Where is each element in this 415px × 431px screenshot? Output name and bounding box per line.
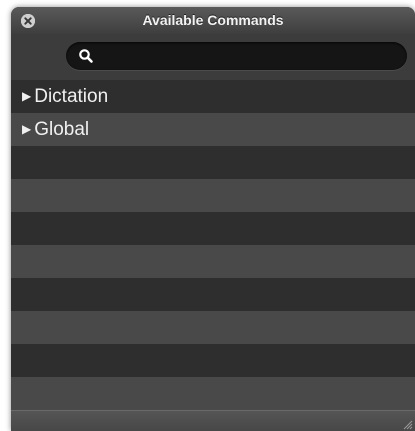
disclosure-triangle-icon[interactable]: ▶ (22, 113, 31, 146)
list-item-global[interactable]: ▶ Global (11, 113, 415, 146)
list-item-label: Dictation (34, 86, 109, 107)
disclosure-triangle-icon[interactable]: ▶ (22, 80, 31, 113)
search-area (11, 34, 415, 80)
list-item-label: Global (34, 119, 90, 140)
list-item-dictation[interactable]: ▶ Dictation (11, 80, 415, 113)
commands-list[interactable]: ▶ Dictation ▶ Global (11, 80, 415, 410)
search-icon (79, 49, 93, 63)
search-input[interactable] (98, 45, 397, 69)
bottom-bar (11, 410, 415, 431)
available-commands-window: Available Commands ▶ Dictation ▶ Global (11, 7, 415, 431)
title-bar[interactable]: Available Commands (11, 7, 415, 34)
search-field[interactable] (66, 42, 407, 70)
window-title: Available Commands (142, 12, 284, 28)
close-icon (21, 14, 35, 28)
resize-grip-icon[interactable] (401, 418, 413, 430)
close-button[interactable] (21, 14, 35, 28)
